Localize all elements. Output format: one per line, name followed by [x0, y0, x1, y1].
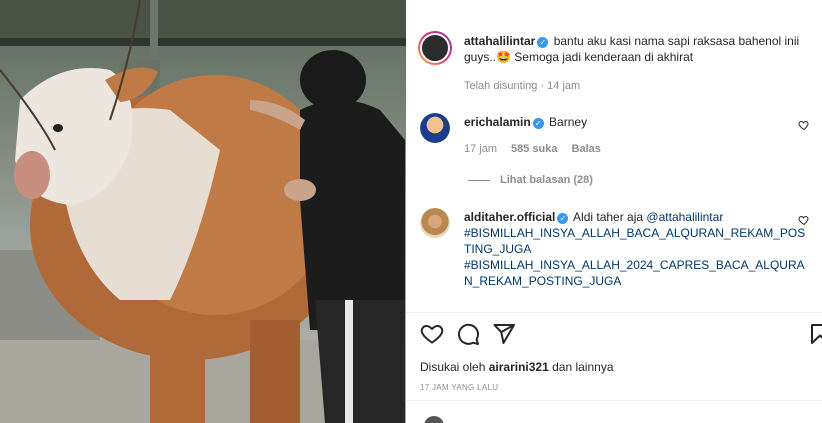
comment-avatar[interactable]	[420, 208, 450, 238]
post-caption: attahalilintar ✓ bantu aku kasi nama sapi…	[464, 33, 806, 65]
comment-box-avatar	[424, 416, 444, 423]
comment-like-heart-icon[interactable]	[798, 119, 810, 131]
cow-photo-illustration	[0, 0, 406, 423]
hashtag-link[interactable]: #BISMILLAH_INSYA_ALLAH_2024_CAPRES_BACA_…	[464, 258, 805, 288]
author-avatar[interactable]	[418, 31, 452, 65]
liked-by-prefix: Disukai oleh	[420, 360, 486, 374]
bottom-divider	[406, 400, 822, 401]
heart-icon[interactable]	[420, 322, 444, 346]
comment-avatar[interactable]	[420, 113, 450, 143]
hashtag-link[interactable]: #BISMILLAH_INSYA_ALLAH_BACA_ALQURAN_REKA…	[464, 226, 805, 256]
comment-text: Aldi taher aja	[573, 210, 644, 224]
verified-badge-icon: ✓	[532, 118, 544, 129]
likes-summary: Disukai oleh airarini321 dan lainnya	[420, 360, 614, 374]
post-timestamp[interactable]: 17 JAM YANG LALU	[420, 383, 498, 392]
post-photo[interactable]	[0, 0, 406, 423]
reply-button[interactable]: Balas	[572, 143, 601, 155]
post-side-panel: attahalilintar ✓ bantu aku kasi nama sapi…	[406, 0, 822, 423]
verified-badge-icon: ✓	[557, 213, 569, 224]
comment-username[interactable]: erichalamin	[464, 115, 531, 129]
comment-2: alditaher.official ✓ Aldi taher aja @atta…	[464, 209, 809, 289]
comment-1-meta: 17 jam 585 suka Balas	[464, 143, 601, 155]
comment-icon[interactable]	[456, 322, 480, 346]
comment-text: Barney	[549, 115, 588, 129]
comment-like-heart-icon[interactable]	[798, 214, 810, 226]
post-actions	[420, 322, 822, 348]
verified-badge-icon: ✓	[537, 37, 549, 48]
liked-by-user[interactable]: airarini321	[489, 360, 549, 374]
view-replies-label: Lihat balasan (28)	[500, 174, 593, 186]
section-divider	[406, 312, 822, 313]
send-icon[interactable]	[492, 322, 516, 346]
post-time[interactable]: 14 jam	[547, 80, 580, 92]
author-username[interactable]: attahalilintar	[464, 34, 535, 48]
comment-time[interactable]: 17 jam	[464, 143, 497, 155]
comments-list[interactable]: attahalilintar ✓ bantu aku kasi nama sapi…	[406, 0, 822, 312]
liked-by-suffix[interactable]: dan lainnya	[552, 360, 613, 374]
view-replies-button[interactable]: Lihat balasan (28)	[468, 174, 593, 186]
edited-label: Telah disunting	[464, 80, 538, 92]
replies-line	[468, 179, 490, 181]
bookmark-icon[interactable]	[808, 322, 822, 346]
mention-link[interactable]: @attahalilintar	[646, 210, 723, 224]
comment-1: erichalamin ✓ Barney	[464, 114, 809, 131]
post-meta: Telah disunting · 14 jam	[464, 80, 581, 92]
comment-likes-count[interactable]: 585 suka	[511, 143, 557, 155]
comment-username[interactable]: alditaher.official	[464, 210, 555, 224]
